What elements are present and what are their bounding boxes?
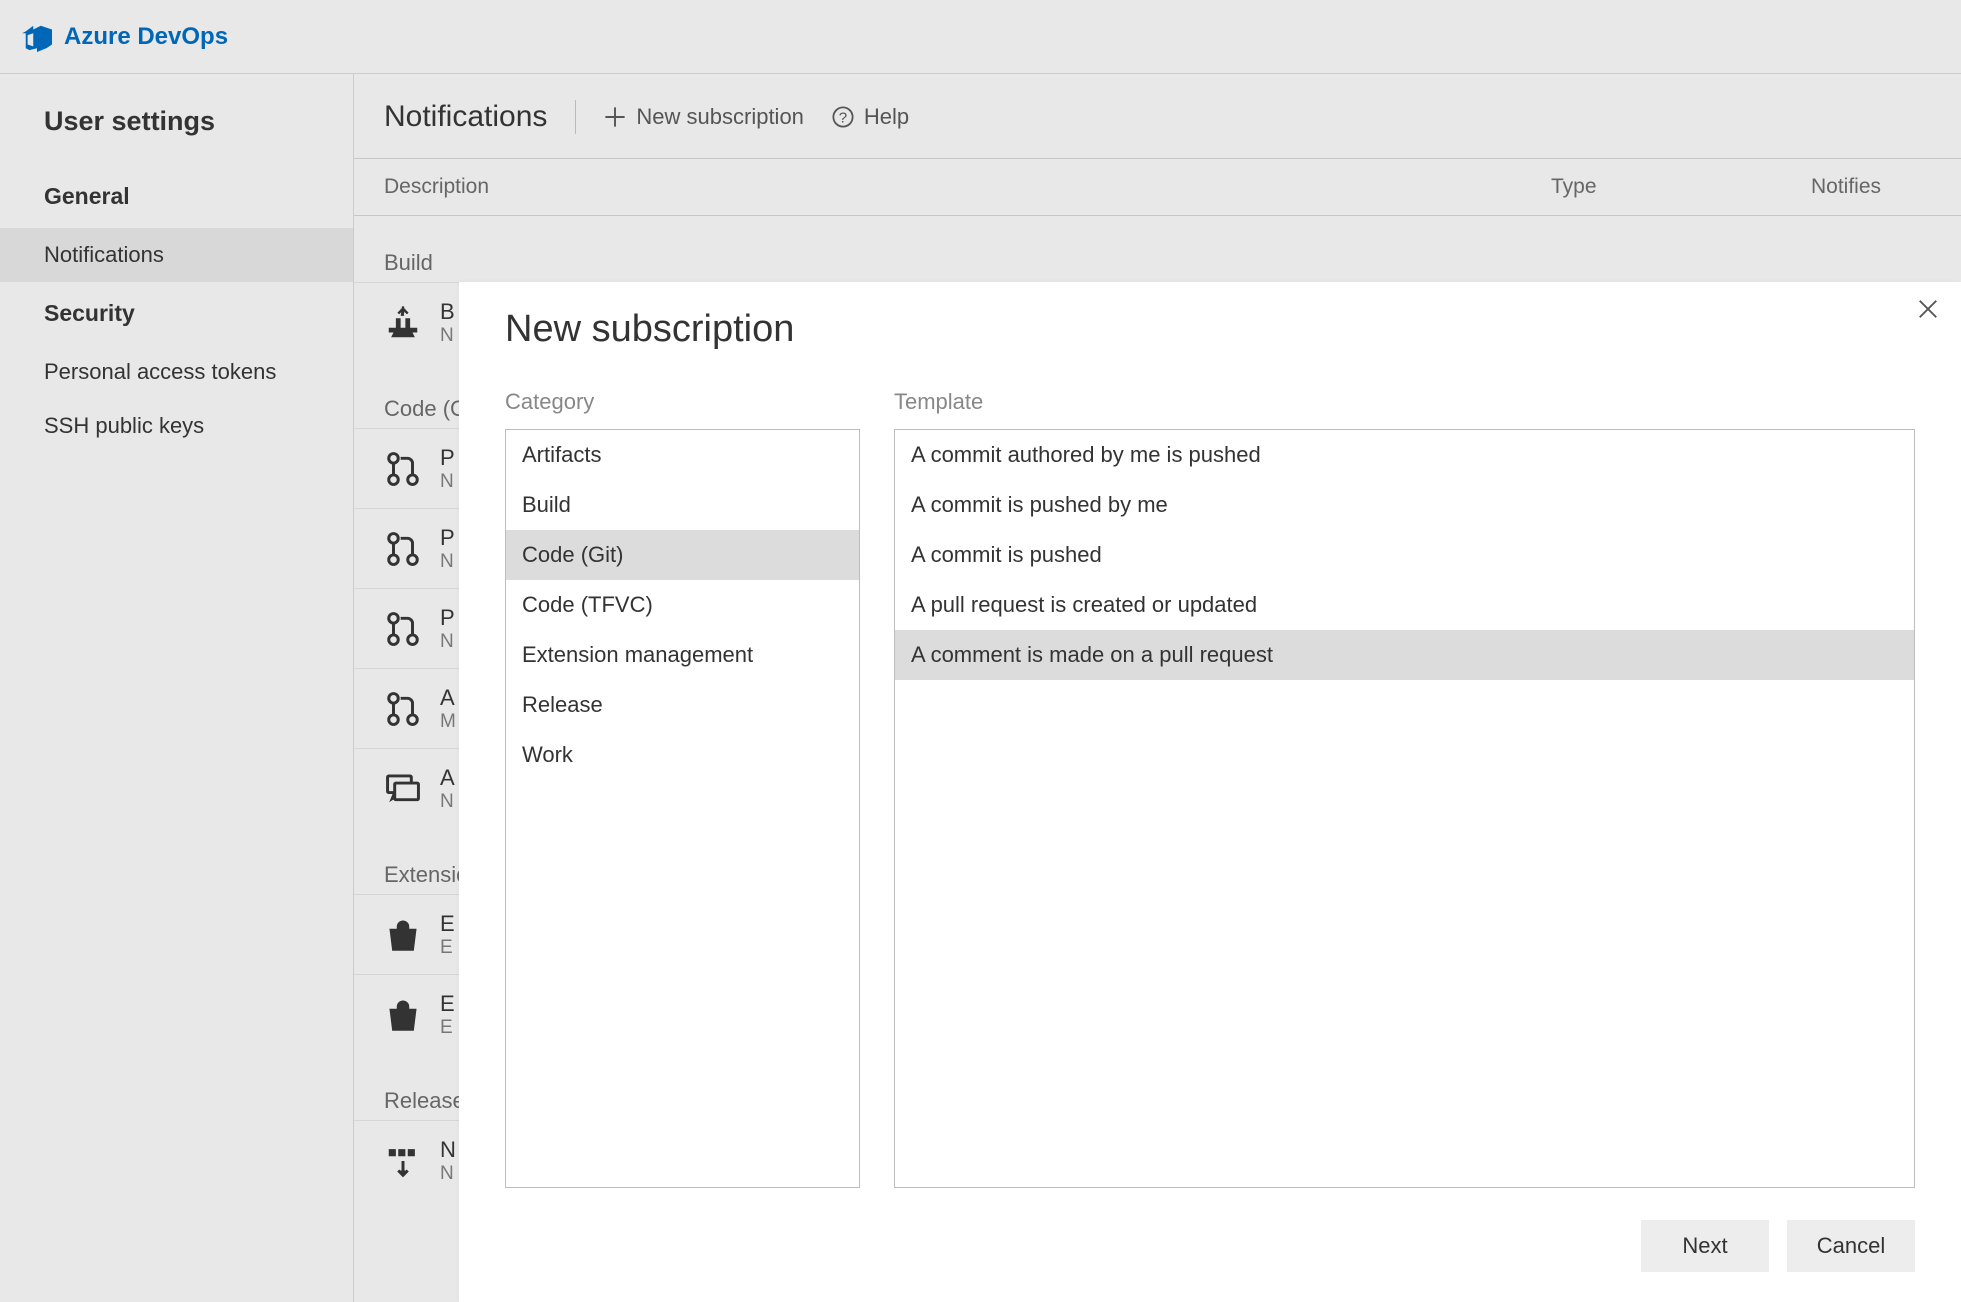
- row-sub: M: [440, 711, 456, 733]
- row-sub: N: [440, 1163, 456, 1185]
- plus-icon: [604, 106, 626, 128]
- new-subscription-dialog: New subscription Category ArtifactsBuild…: [459, 282, 1961, 1302]
- dialog-title: New subscription: [505, 308, 1915, 351]
- dialog-footer: Next Cancel: [505, 1220, 1915, 1272]
- brand-text: Azure DevOps: [64, 23, 228, 51]
- comment-icon: [384, 770, 422, 808]
- template-option[interactable]: A commit authored by me is pushed: [895, 430, 1914, 480]
- row-text: EE: [440, 911, 455, 959]
- sidebar-section-general: General: [0, 165, 353, 228]
- table-header: Description Type Notifies: [354, 158, 1961, 216]
- row-title: N: [440, 1137, 456, 1163]
- row-text: PN: [440, 445, 455, 493]
- release-icon: [384, 1142, 422, 1180]
- row-sub: N: [440, 551, 455, 573]
- next-button[interactable]: Next: [1641, 1220, 1769, 1272]
- page-title: Notifications: [384, 100, 576, 134]
- close-icon: [1917, 298, 1939, 320]
- category-option[interactable]: Code (TFVC): [506, 580, 859, 630]
- row-title: B: [440, 299, 455, 325]
- category-option[interactable]: Release: [506, 680, 859, 730]
- close-button[interactable]: [1917, 298, 1939, 326]
- row-title: A: [440, 685, 456, 711]
- col-notifies: Notifies: [1811, 175, 1931, 199]
- sidebar-section-security: Security: [0, 282, 353, 345]
- pr-icon: [384, 610, 422, 648]
- col-description: Description: [384, 175, 1551, 199]
- cancel-button[interactable]: Cancel: [1787, 1220, 1915, 1272]
- template-listbox[interactable]: A commit authored by me is pushedA commi…: [894, 429, 1915, 1188]
- row-title: P: [440, 525, 455, 551]
- category-option[interactable]: Build: [506, 480, 859, 530]
- row-sub: E: [440, 1017, 455, 1039]
- sidebar-item-notifications[interactable]: Notifications: [0, 228, 353, 282]
- row-sub: N: [440, 791, 455, 813]
- help-label: Help: [864, 104, 909, 130]
- pr-icon: [384, 450, 422, 488]
- row-text: NN: [440, 1137, 456, 1185]
- category-option[interactable]: Extension management: [506, 630, 859, 680]
- azure-devops-icon: [22, 22, 52, 52]
- pr-icon: [384, 690, 422, 728]
- row-text: AN: [440, 765, 455, 813]
- row-sub: N: [440, 325, 455, 347]
- row-title: A: [440, 765, 455, 791]
- row-sub: N: [440, 471, 455, 493]
- help-button[interactable]: ? Help: [832, 104, 909, 130]
- template-option[interactable]: A commit is pushed by me: [895, 480, 1914, 530]
- row-title: E: [440, 991, 455, 1017]
- new-subscription-label: New subscription: [636, 104, 804, 130]
- row-text: BN: [440, 299, 455, 347]
- row-title: E: [440, 911, 455, 937]
- help-icon: ?: [832, 106, 854, 128]
- group-label: Build: [354, 216, 1961, 282]
- new-subscription-button[interactable]: New subscription: [604, 104, 804, 130]
- row-sub: N: [440, 631, 455, 653]
- bag-icon: [384, 996, 422, 1034]
- topbar: Azure DevOps: [0, 0, 1961, 74]
- template-label: Template: [894, 389, 1915, 415]
- sidebar-item-ssh-public-keys[interactable]: SSH public keys: [0, 399, 353, 453]
- main-header: Notifications New subscription ? Help: [354, 74, 1961, 158]
- sidebar-item-personal-access-tokens[interactable]: Personal access tokens: [0, 345, 353, 399]
- template-option[interactable]: A commit is pushed: [895, 530, 1914, 580]
- sidebar: User settings General Notifications Secu…: [0, 74, 354, 1302]
- pr-icon: [384, 530, 422, 568]
- category-option[interactable]: Code (Git): [506, 530, 859, 580]
- row-sub: E: [440, 937, 455, 959]
- svg-text:?: ?: [839, 110, 847, 127]
- category-option[interactable]: Artifacts: [506, 430, 859, 480]
- category-option[interactable]: Work: [506, 730, 859, 780]
- bag-icon: [384, 916, 422, 954]
- category-label: Category: [505, 389, 860, 415]
- sidebar-title: User settings: [0, 96, 353, 165]
- row-text: AM: [440, 685, 456, 733]
- brand[interactable]: Azure DevOps: [22, 22, 228, 52]
- template-option[interactable]: A comment is made on a pull request: [895, 630, 1914, 680]
- row-text: EE: [440, 991, 455, 1039]
- row-text: PN: [440, 605, 455, 653]
- category-listbox[interactable]: ArtifactsBuildCode (Git)Code (TFVC)Exten…: [505, 429, 860, 1188]
- row-text: PN: [440, 525, 455, 573]
- col-type: Type: [1551, 175, 1811, 199]
- build-icon: [384, 304, 422, 342]
- row-title: P: [440, 445, 455, 471]
- template-option[interactable]: A pull request is created or updated: [895, 580, 1914, 630]
- row-title: P: [440, 605, 455, 631]
